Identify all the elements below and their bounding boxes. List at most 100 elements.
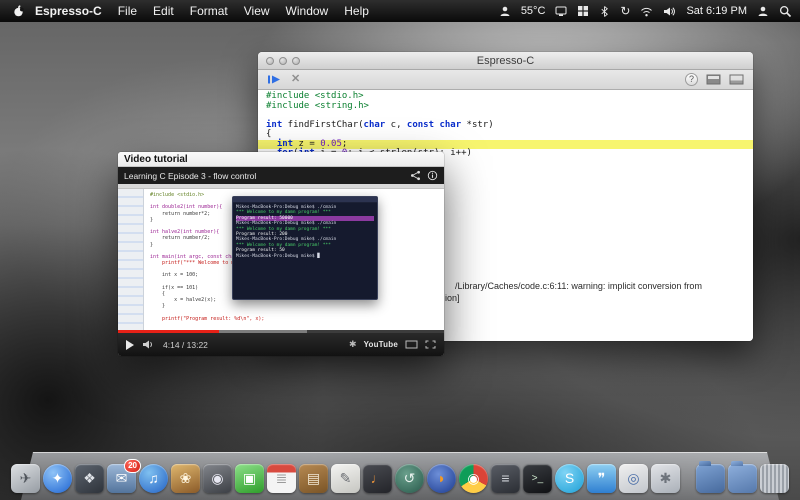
fullscreen-icon[interactable] [425,340,436,349]
dock-mail[interactable]: ✉ 20 [107,458,141,493]
skype-glyph: S [564,470,575,486]
terminal-lines: Mikes-MacBook-Pro:Debug mike$ ./cmain ***… [233,203,377,261]
menu-items: File Edit Format View Window Help [118,4,385,18]
dock-itunes[interactable]: ♫ [139,463,168,493]
terminal-glyph: >_ [531,472,544,484]
safari-glyph: ✦ [51,469,64,486]
mail-glyph: ✉ [115,469,128,486]
close-button[interactable] [266,57,274,65]
player-controls: 4:14 / 13:22 ✱ YouTube [118,333,444,356]
run-button[interactable] [267,74,282,85]
dock-terminal[interactable]: >_ [523,463,552,493]
toolbar-right-group: ? [685,73,744,86]
dock-photo-booth[interactable]: ◉ [203,463,232,493]
user-menu-icon[interactable] [499,5,511,17]
code-line: int findFirstChar(char c, const char *st… [266,119,494,130]
dock-messages[interactable]: ❞ [587,463,616,493]
dock-textedit[interactable]: ✎ [331,463,360,493]
player-header-icons [410,170,438,181]
terminal-line: Mikes-MacBook-Pro:Debug mike$ ▉ [236,253,320,259]
zoom-button[interactable] [292,57,300,65]
video-tutorial-window: Video tutorial Learning C Episode 3 - fl… [118,152,444,356]
play-button[interactable] [126,339,134,350]
spotlight-icon[interactable] [779,5,792,18]
desktop: { "menu_bar": { "app_name": "Espresso-C"… [0,0,800,500]
dock-facetime[interactable]: ▣ [235,463,264,493]
editor-window-title: Espresso-C [476,54,535,67]
dock-firefox[interactable]: ◗ [427,463,456,493]
video-window-titlebar[interactable]: Video tutorial [118,152,444,167]
settings-gear-icon[interactable]: ✱ [349,340,357,349]
firefox-glyph: ◗ [437,470,446,486]
help-button[interactable]: ? [685,73,698,86]
dock-icons: ✈ ✦ ❖ ✉ 20 ♫ ❀ ◉ ▣ ≣ ▤ ✎ ♩ ↺ ◗ ◉ ≡ >_ S ❞ ◎ ✱ [11,452,789,500]
photo-booth-glyph: ◉ [211,469,224,486]
minimize-button[interactable] [279,57,287,65]
bluetooth-menu-icon[interactable] [599,5,610,18]
textedit-glyph: ✎ [339,469,352,486]
calculator-glyph: ≡ [501,470,510,486]
xcode-glyph: ❖ [83,469,96,486]
volume-menu-icon[interactable] [663,6,676,17]
dock-garageband[interactable]: ♩ [363,463,392,493]
menu-item-view[interactable]: View [244,4,270,18]
stop-button[interactable]: ✕ [291,74,300,85]
dock-contacts[interactable]: ▤ [299,463,328,493]
dock-downloads-folder[interactable] [696,460,725,493]
menu-clock[interactable]: Sat 6:19 PM [686,5,747,17]
video-frame[interactable]: #include <stdio.h> int double2(int numbe… [118,184,444,330]
menu-app-name[interactable]: Espresso-C [35,4,102,18]
volume-icon[interactable] [142,339,155,350]
display-menu-icon[interactable] [555,5,567,17]
menu-item-file[interactable]: File [118,4,137,18]
xcode-navigator [118,189,144,330]
dock-preview[interactable]: ◎ [619,463,648,493]
dock-skype[interactable]: S [555,463,584,493]
console-panel-button[interactable] [706,74,721,85]
unread-badge: 20 [124,458,141,473]
menu-item-window[interactable]: Window [286,4,329,18]
dock-xcode[interactable]: ❖ [75,463,104,493]
dock-iphoto[interactable]: ❀ [171,463,200,493]
played-bar [118,330,220,333]
sync-menu-icon[interactable]: ↻ [620,4,630,18]
iphoto-glyph: ❀ [179,469,192,486]
code-line: #include <string.h> [266,100,369,111]
time-machine-glyph: ↺ [403,469,416,486]
dock-documents-folder[interactable] [728,460,757,493]
progress-bar[interactable] [118,330,444,333]
dock-chrome[interactable]: ◉ [459,463,488,493]
contacts-glyph: ▤ [306,469,321,486]
editor-toolbar: ✕ ? [258,70,753,90]
dock-calendar[interactable]: ≣ [267,463,296,493]
system-preferences-glyph: ✱ [659,469,672,486]
wifi-menu-icon[interactable] [640,6,653,17]
dock-trash[interactable] [760,463,789,493]
share-icon[interactable] [410,170,421,181]
launchpad-glyph: ✈ [19,469,32,486]
apple-menu-icon[interactable] [12,4,25,18]
dock-safari[interactable]: ✦ [43,463,72,493]
controls-right-group: ✱ YouTube [349,340,436,349]
menu-item-edit[interactable]: Edit [153,4,174,18]
editor-panel-button[interactable] [729,74,744,85]
dock-time-machine[interactable]: ↺ [395,463,424,493]
xcode-toolbar [118,184,444,189]
player-header: Learning C Episode 3 - flow control [118,167,444,184]
info-icon[interactable] [427,170,438,181]
dock-system-preferences[interactable]: ✱ [651,463,680,493]
calendar-glyph: ≣ [275,469,288,486]
fast-user-switch-icon[interactable] [757,5,769,17]
dock-launchpad[interactable]: ✈ [11,463,40,493]
itunes-glyph: ♫ [148,470,159,486]
cpu-temperature[interactable]: 55°C [521,5,546,17]
compiler-warning-line: ion] [445,293,460,303]
theater-mode-icon[interactable] [405,340,418,349]
messages-glyph: ❞ [597,469,606,486]
menu-item-format[interactable]: Format [190,4,228,18]
keyboard-menu-icon[interactable] [577,5,589,17]
dock-calculator[interactable]: ≡ [491,463,520,493]
menu-item-help[interactable]: Help [344,4,369,18]
youtube-logo: YouTube [363,340,398,349]
editor-titlebar[interactable]: Espresso-C [258,52,753,70]
